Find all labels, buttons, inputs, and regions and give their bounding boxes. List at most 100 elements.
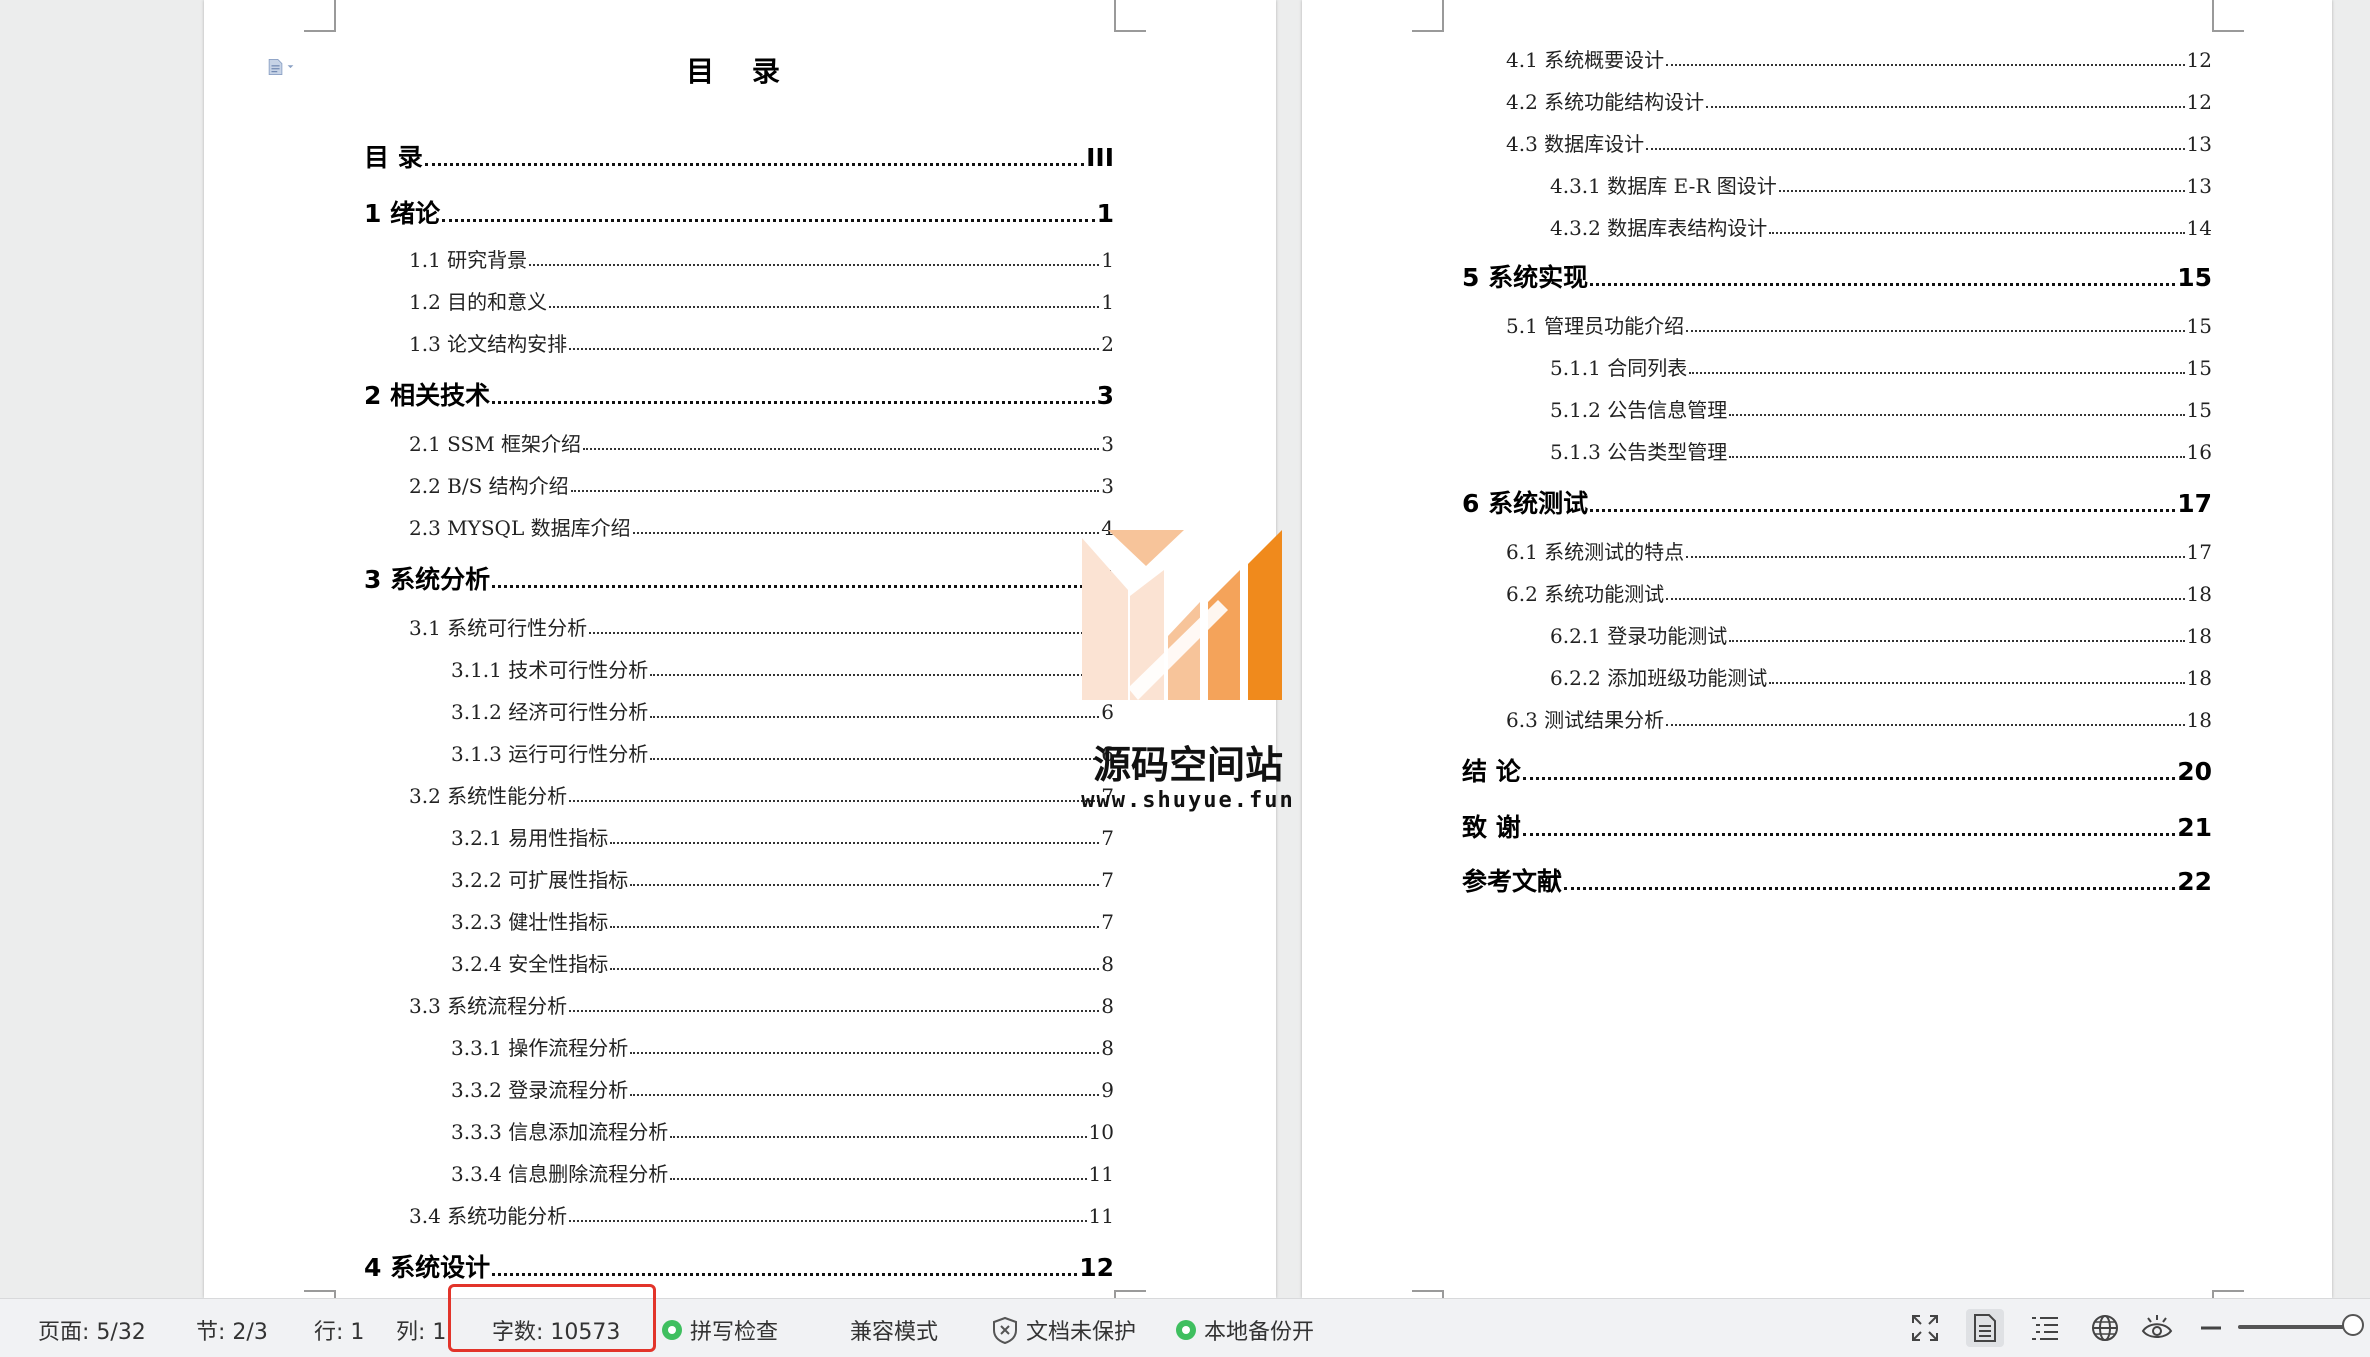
toc-entry-page: 7 — [1101, 826, 1114, 850]
toc-entry[interactable]: 1.1 研究背景 1 — [409, 244, 1114, 273]
document-page-right[interactable]: 4.1 系统概要设计 12 4.2 系统功能结构设计 12 4.3 数据库设计 13 4.3… — [1302, 0, 2332, 1298]
toc-entry[interactable]: 1.2 目的和意义 1 — [409, 286, 1114, 315]
local-backup-button[interactable]: 本地备份开 — [1176, 1314, 1314, 1346]
toc-entry-label: 3.2.3 健壮性指标 — [451, 910, 609, 934]
toc-entry[interactable]: 4.2 系统功能结构设计 12 — [1506, 86, 2212, 115]
toc-entry-page: 9 — [1101, 1078, 1114, 1102]
toc-entry-label: 3.1.3 运行可行性分析 — [451, 742, 649, 766]
toc-entry[interactable]: 3.1.1 技术可行性分析 5 — [451, 654, 1114, 683]
toc-entry[interactable]: 5.1 管理员功能介绍 15 — [1506, 310, 2212, 339]
row-indicator[interactable]: 行: 1 — [314, 1314, 364, 1346]
local-backup-label: 本地备份开 — [1204, 1320, 1315, 1345]
toc-entry-page: 2 — [1101, 332, 1114, 356]
toc-entry-label: 目 录 — [364, 143, 423, 172]
toc-entry[interactable]: 3.2.1 易用性指标 7 — [451, 822, 1114, 851]
document-page-left[interactable]: 目 录 目 录 III 1 绪论 1 1.1 研究背景 1 1.2 目的和意义 1 1.3 论文… — [204, 0, 1276, 1298]
toc-entry[interactable]: 4.3.2 数据库表结构设计 14 — [1550, 212, 2212, 241]
toc-entry[interactable]: 4.3.1 数据库 E-R 图设计 13 — [1550, 170, 2212, 199]
toc-entry[interactable]: 4 系统设计 12 — [364, 1248, 1114, 1284]
toc-entry-label: 3.2.1 易用性指标 — [451, 826, 609, 850]
toc-entry-page: 18 — [2186, 666, 2212, 690]
toc-entry[interactable]: 6.2.1 登录功能测试 18 — [1550, 620, 2212, 649]
toc-entry[interactable]: 1 绪论 1 — [364, 194, 1114, 230]
toc-entry-label: 5.1.1 合同列表 — [1550, 356, 1688, 380]
crop-mark — [304, 0, 336, 32]
web-view-icon[interactable] — [2086, 1309, 2124, 1347]
toc-entry[interactable]: 4.3 数据库设计 13 — [1506, 128, 2212, 157]
toc-entry-label: 3.4 系统功能分析 — [409, 1204, 568, 1228]
toc-entry[interactable]: 6.2.2 添加班级功能测试 18 — [1550, 662, 2212, 691]
toc-leader — [424, 162, 1085, 166]
toc-entry-label: 4.2 系统功能结构设计 — [1506, 90, 1705, 114]
outline-view-icon[interactable] — [2026, 1309, 2064, 1347]
toc-entry[interactable]: 1.3 论文结构安排 2 — [409, 328, 1114, 357]
zoom-slider[interactable] — [2238, 1314, 2364, 1336]
toc-entry[interactable]: 6.3 测试结果分析 18 — [1506, 704, 2212, 733]
toc-entry[interactable]: 参考文献 22 — [1462, 862, 2212, 898]
zoom-slider-handle[interactable] — [2342, 1314, 2364, 1336]
toc-leader — [1522, 832, 2176, 836]
toc-entry-label: 3.3 系统流程分析 — [409, 994, 568, 1018]
toc-entry[interactable]: 4.1 系统概要设计 12 — [1506, 44, 2212, 73]
toc-entry[interactable]: 2.2 B/S 结构介绍 3 — [409, 470, 1114, 499]
toc-entry-label: 参考文献 — [1462, 867, 1563, 896]
spell-check-status-icon — [662, 1320, 682, 1340]
toc-entry[interactable]: 3.2.2 可扩展性指标 7 — [451, 864, 1114, 893]
toc-leader — [650, 673, 1100, 676]
toc-leader — [1646, 147, 2185, 150]
toc-entry[interactable]: 3.3.4 信息删除流程分析 11 — [451, 1158, 1114, 1187]
toc-entry[interactable]: 致 谢 21 — [1462, 808, 2212, 844]
toc-entry-label: 2 相关技术 — [364, 381, 491, 410]
toc-entry-label: 6.3 测试结果分析 — [1506, 708, 1665, 732]
page-indicator[interactable]: 页面: 5/32 — [38, 1314, 146, 1346]
spell-check-button[interactable]: 拼写检查 — [662, 1314, 778, 1346]
toc-entry[interactable]: 3 系统分析 5 — [364, 560, 1114, 596]
compat-mode-label[interactable]: 兼容模式 — [850, 1314, 938, 1346]
toc-entry[interactable]: 5 系统实现 15 — [1462, 258, 2212, 294]
toc-leader — [630, 1093, 1100, 1096]
crop-mark — [304, 1290, 336, 1298]
toc-entry-label: 5.1.3 公告类型管理 — [1550, 440, 1728, 464]
toc-entry[interactable]: 5.1.3 公告类型管理 16 — [1550, 436, 2212, 465]
toc-entry-page: 6 — [1101, 700, 1114, 724]
toc-entry[interactable]: 3.4 系统功能分析 11 — [409, 1200, 1114, 1229]
toc-leader — [1564, 886, 2176, 890]
toc-entry[interactable]: 2.1 SSM 框架介绍 3 — [409, 428, 1114, 457]
toc-entry-page: 14 — [2186, 216, 2212, 240]
fullscreen-icon[interactable] — [1906, 1309, 1944, 1347]
toc-entry[interactable]: 2.3 MYSQL 数据库介绍 4 — [409, 512, 1114, 541]
toc-entry[interactable]: 3.2 系统性能分析 7 — [409, 780, 1114, 809]
zoom-out-icon[interactable] — [2192, 1309, 2230, 1347]
page-view-icon[interactable] — [1966, 1309, 2004, 1347]
toc-entry[interactable]: 3.3.1 操作流程分析 8 — [451, 1032, 1114, 1061]
toc-entry[interactable]: 6 系统测试 17 — [1462, 484, 2212, 520]
toc-entry[interactable]: 3.3.3 信息添加流程分析 10 — [451, 1116, 1114, 1145]
toc-entry-label: 1.1 研究背景 — [409, 248, 528, 272]
toc-leader — [1590, 508, 2176, 512]
reading-mode-icon[interactable] — [2138, 1309, 2176, 1347]
toc-entry-label: 5.1 管理员功能介绍 — [1506, 314, 1685, 338]
toc-leader — [569, 1219, 1087, 1222]
toc-entry[interactable]: 3.1.3 运行可行性分析 6 — [451, 738, 1114, 767]
toc-entry[interactable]: 5.1.1 合同列表 15 — [1550, 352, 2212, 381]
toc-leader — [569, 799, 1100, 802]
toc-entry-label: 2.1 SSM 框架介绍 — [409, 432, 582, 456]
toc-entry-label: 3.3.3 信息添加流程分析 — [451, 1120, 669, 1144]
toc-entry[interactable]: 6.2 系统功能测试 18 — [1506, 578, 2212, 607]
toc-entry[interactable]: 结 论 20 — [1462, 752, 2212, 788]
toc-entry[interactable]: 3.1 系统可行性分析 5 — [409, 612, 1114, 641]
doc-protect-button[interactable]: 文档未保护 — [992, 1314, 1136, 1346]
toc-entry[interactable]: 3.3.2 登录流程分析 9 — [451, 1074, 1114, 1103]
column-indicator[interactable]: 列: 1 — [396, 1314, 446, 1346]
toc-entry[interactable]: 2 相关技术 3 — [364, 376, 1114, 412]
section-indicator[interactable]: 节: 2/3 — [196, 1314, 268, 1346]
toc-entry-label: 2.3 MYSQL 数据库介绍 — [409, 516, 631, 540]
toc-entry[interactable]: 3.2.3 健壮性指标 7 — [451, 906, 1114, 935]
toc-entry[interactable]: 3.1.2 经济可行性分析 6 — [451, 696, 1114, 725]
toc-entry[interactable]: 3.3 系统流程分析 8 — [409, 990, 1114, 1019]
toc-entry[interactable]: 3.2.4 安全性指标 8 — [451, 948, 1114, 977]
toc-entry[interactable]: 6.1 系统测试的特点 17 — [1506, 536, 2212, 565]
toc-entry-label: 6.2 系统功能测试 — [1506, 582, 1665, 606]
toc-entry[interactable]: 目 录 III — [364, 138, 1114, 174]
toc-entry[interactable]: 5.1.2 公告信息管理 15 — [1550, 394, 2212, 423]
